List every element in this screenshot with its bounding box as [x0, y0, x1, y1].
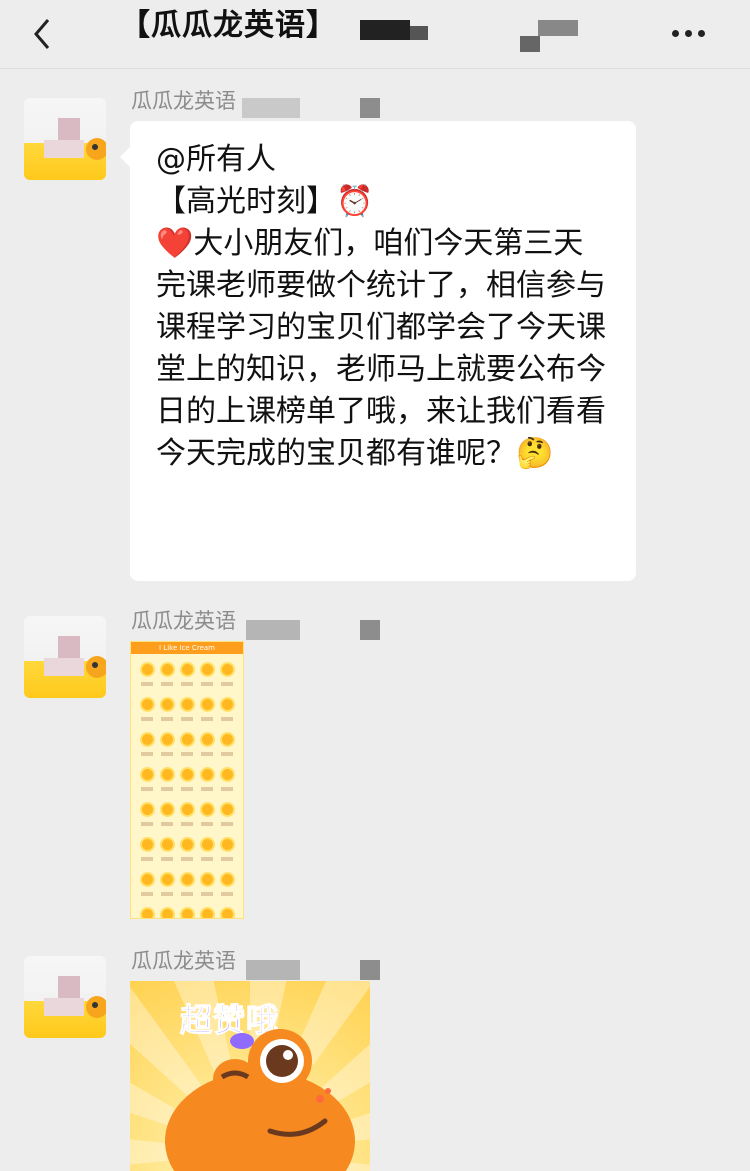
more-horizontal-icon[interactable] [672, 22, 718, 37]
chevron-left-icon[interactable] [28, 14, 58, 54]
redacted-block [520, 36, 540, 52]
dragon-mascot-icon [165, 1029, 355, 1171]
chat-message: 瓜瓜龙英语 @所有人 【高光时刻】⏰ ❤️大小朋友们，咱们今天第三天完课老师要做… [0, 88, 750, 588]
chat-header: 【瓜瓜龙英语】 [0, 0, 750, 69]
sender-name: 瓜瓜龙英语 [131, 89, 236, 113]
sender-name: 瓜瓜龙英语 [131, 949, 236, 973]
redacted-block [360, 620, 380, 640]
avatar[interactable] [24, 616, 106, 698]
redacted-block [246, 620, 300, 640]
leaderboard-title: I Like Ice Cream [131, 642, 243, 654]
leaderboard-image[interactable]: I Like Ice Cream [130, 641, 244, 919]
leaderboard-grid [131, 654, 243, 918]
chat-message: 瓜瓜龙英语 I Like Ice Cream [0, 608, 750, 928]
redacted-block [360, 960, 380, 980]
redacted-block [360, 20, 410, 40]
redacted-block [246, 960, 300, 980]
redacted-block [360, 98, 380, 118]
sticker-image[interactable]: 超赞哦 [130, 981, 370, 1171]
chat-message: 瓜瓜龙英语 超赞哦 [0, 948, 750, 1171]
avatar[interactable] [24, 956, 106, 1038]
message-line: ❤️大小朋友们，咱们今天第三天完课老师要做个统计了，相信参与课程学习的宝贝们都学… [156, 226, 606, 471]
redacted-block [242, 98, 300, 118]
message-line: @所有人 [156, 142, 276, 177]
message-bubble[interactable]: @所有人 【高光时刻】⏰ ❤️大小朋友们，咱们今天第三天完课老师要做个统计了，相… [120, 121, 636, 581]
chat-title: 【瓜瓜龙英语】 [120, 8, 337, 43]
message-line: 【高光时刻】⏰ [156, 184, 374, 219]
redacted-block [410, 26, 428, 40]
sender-name: 瓜瓜龙英语 [131, 609, 236, 633]
avatar[interactable] [24, 98, 106, 180]
redacted-block [538, 20, 578, 36]
